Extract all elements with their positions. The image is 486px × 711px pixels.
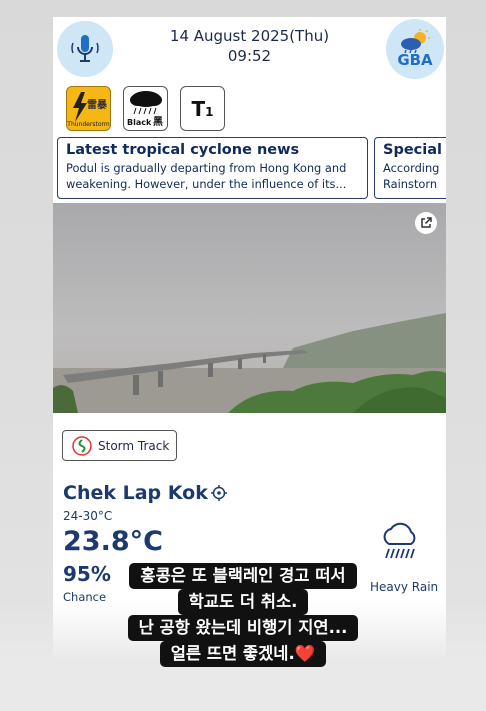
black-rain-cloud-icon (130, 91, 162, 115)
caption-line: 학교도 더 취소. (177, 589, 309, 615)
storm-track-label: Storm Track (98, 438, 170, 453)
weather-webcam-photo[interactable] (53, 203, 446, 413)
news-body: According Rainstorn (383, 161, 440, 191)
target-icon (210, 485, 227, 501)
warning-signals: 雷暴 Thunderstorm Black 黑 T1 (66, 86, 225, 132)
black-rain-cn-label: 黑 (153, 117, 163, 128)
gba-button[interactable]: GBA (386, 19, 444, 79)
current-temperature: 23.8°C (63, 526, 163, 557)
caption-line: 홍콩은 또 블랙레인 경고 떠서 (129, 563, 357, 589)
location-name-row[interactable]: Chek Lap Kok (63, 482, 227, 504)
caption-line: 난 공항 왔는데 비행기 지연... (127, 615, 359, 641)
temperature-range: 24-30°C (63, 509, 113, 523)
location-name: Chek Lap Kok (63, 482, 208, 504)
typhoon-signal-letter: T (191, 96, 206, 121)
thunderstorm-en-label: Thunderstorm (67, 121, 110, 128)
thunderstorm-cn-label: 雷暴 (87, 100, 107, 111)
typhoon-signal-t1-icon[interactable]: T1 (180, 86, 225, 131)
gba-label: GBA (397, 51, 433, 69)
news-body: Podul is gradually departing from Hong K… (66, 161, 347, 191)
black-rainstorm-warning-icon[interactable]: Black 黑 (123, 86, 168, 131)
caption-line-last: 얼른 뜨면 좋겠네.❤️ (159, 641, 327, 667)
share-button[interactable] (415, 212, 437, 234)
black-rain-en-label: Black (127, 118, 152, 127)
caption-text: 얼른 뜨면 좋겠네. (170, 644, 295, 663)
news-card[interactable]: Special According Rainstorn (374, 137, 446, 199)
heavy-rain-icon (383, 522, 416, 559)
news-title: Special (383, 142, 442, 158)
news-carousel: Latest tropical cyclone news Podul is gr… (57, 137, 446, 200)
story-caption: 홍콩은 또 블랙레인 경고 떠서 학교도 더 취소. 난 공항 왔는데 비행기 … (0, 563, 486, 667)
thunderstorm-warning-icon[interactable]: 雷暴 Thunderstorm (66, 86, 111, 131)
gba-weather-icon (401, 29, 430, 53)
storm-track-icon (72, 435, 92, 456)
top-bar: 14 August 2025(Thu) 09:52 GBA (53, 17, 446, 83)
bridge-scene-image (53, 203, 446, 413)
share-icon (421, 217, 432, 228)
news-card[interactable]: Latest tropical cyclone news Podul is gr… (57, 137, 368, 199)
heart-icon: ❤️ (294, 644, 316, 663)
storm-track-button[interactable]: Storm Track (62, 430, 177, 461)
typhoon-signal-number: 1 (205, 104, 214, 119)
news-title: Latest tropical cyclone news (66, 142, 300, 158)
